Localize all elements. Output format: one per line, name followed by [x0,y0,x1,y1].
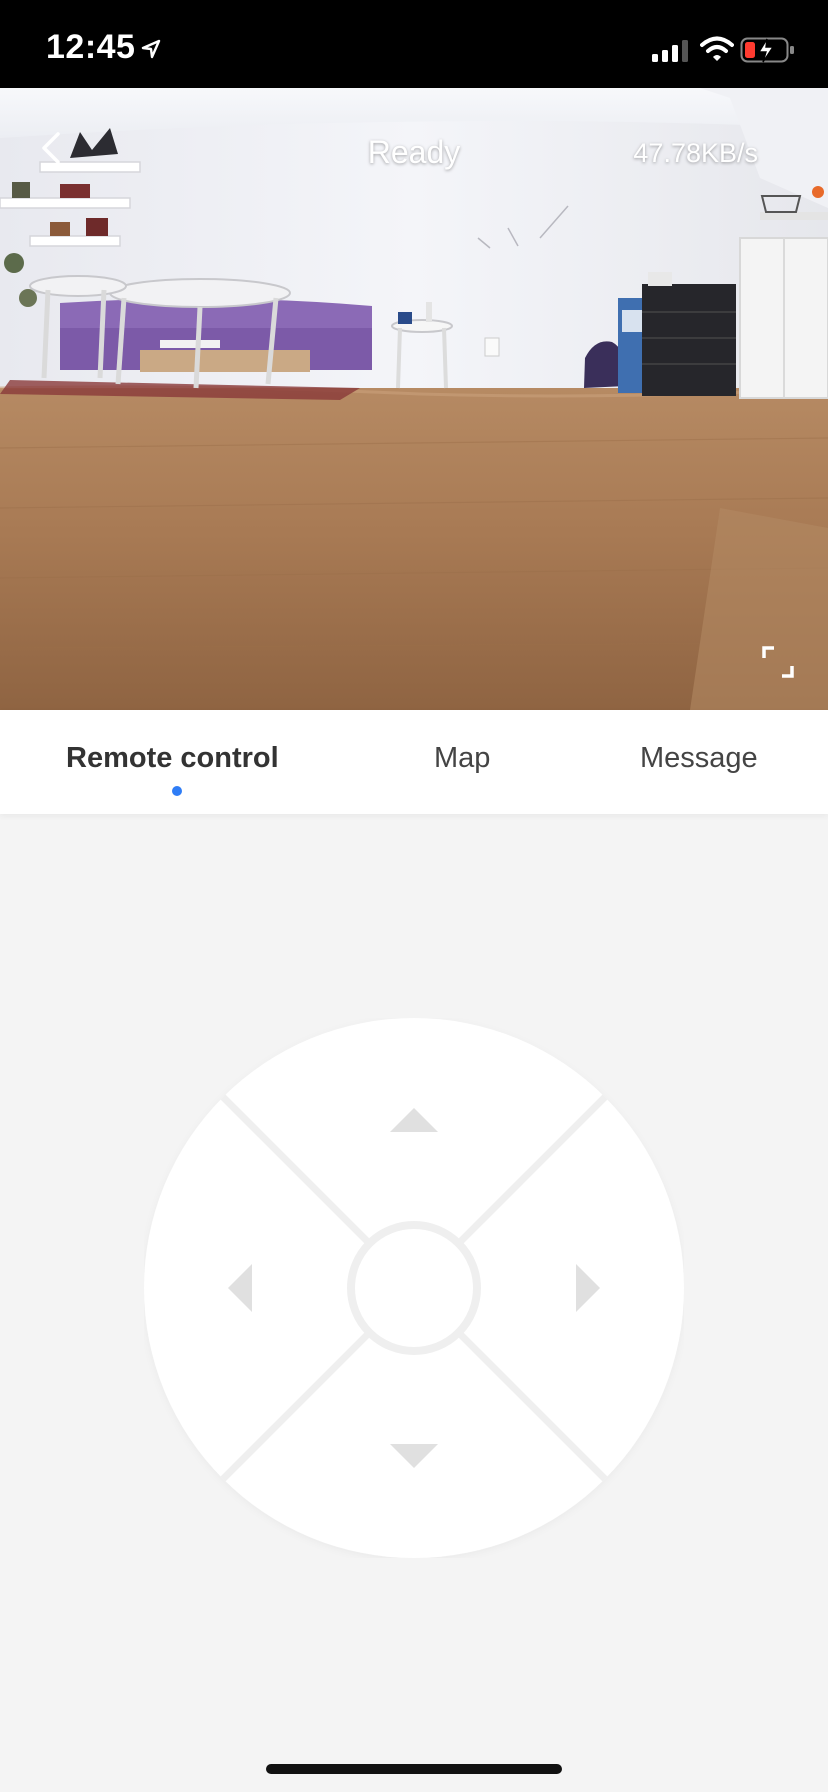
signal-icon [652,40,688,62]
wifi-icon [700,36,734,61]
status-time: 12:45 [46,28,136,66]
location-arrow-icon [141,39,161,59]
active-tab-indicator [172,786,182,796]
camera-feed[interactable]: Ready 47.78KB/s [0,88,828,710]
tab-remote-control[interactable]: Remote control [66,742,279,775]
home-indicator[interactable] [266,1764,562,1774]
feed-speed: 47.78KB/s [633,138,758,168]
center-button[interactable] [347,1221,481,1355]
tab-bar: Remote control Map Message [0,710,828,814]
direction-pad [144,1018,684,1558]
tab-message[interactable]: Message [640,742,758,775]
fullscreen-icon[interactable] [760,644,796,680]
tab-map[interactable]: Map [434,742,490,775]
app-screen: 12:45 Ready 47.78KB/s Remote control Map… [0,0,828,1792]
camera-image [0,88,828,710]
status-bar: 12:45 [0,0,828,88]
battery-charging-icon [740,37,794,63]
